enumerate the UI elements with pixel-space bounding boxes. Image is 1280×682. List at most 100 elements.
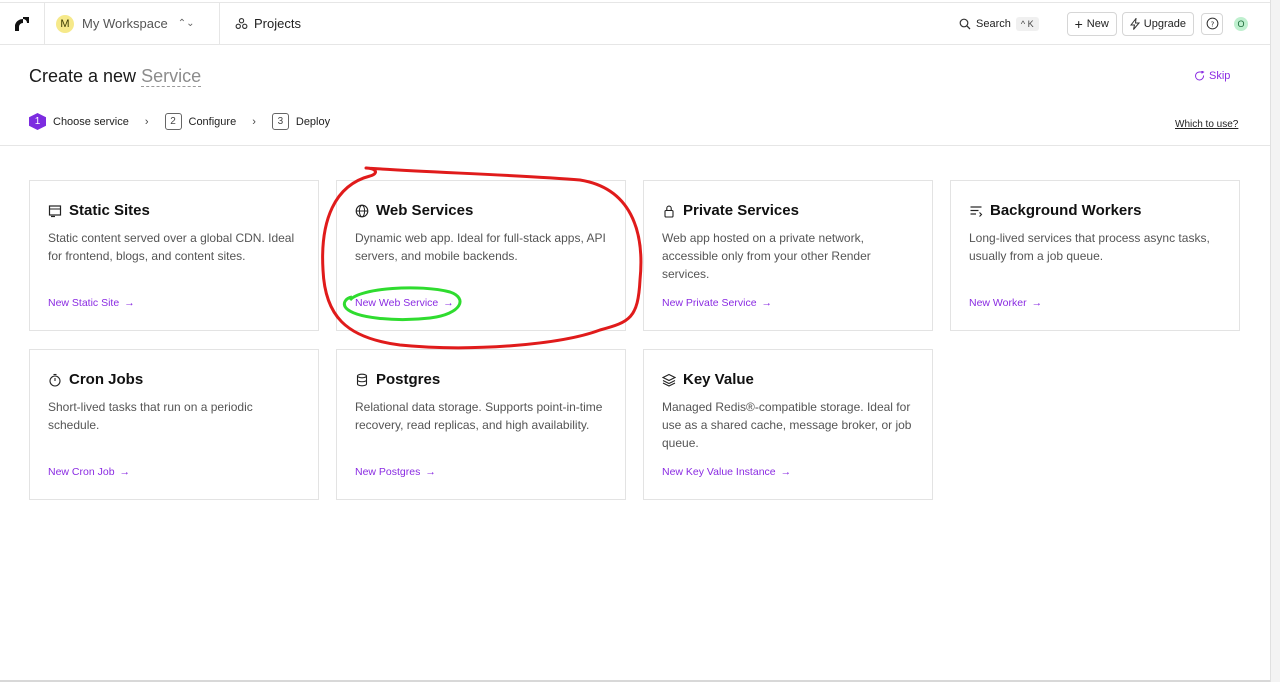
step-choose-service: 1 Choose service — [29, 113, 129, 130]
svg-text:?: ? — [1210, 19, 1214, 28]
card-key-value[interactable]: Key Value Managed Redis®-compatible stor… — [643, 349, 933, 500]
page-title-prefix: Create a new — [29, 66, 137, 86]
projects-link[interactable]: Projects — [220, 16, 301, 31]
card-title-text: Cron Jobs — [69, 371, 144, 388]
lightning-icon — [1129, 17, 1140, 30]
card-title-text: Private Services — [683, 202, 799, 219]
chevron-right-icon: › — [144, 115, 149, 128]
new-postgres-link[interactable]: New Postgres → — [355, 466, 436, 478]
card-background-workers[interactable]: Background Workers Long-lived services t… — [950, 180, 1240, 331]
card-static-sites[interactable]: Static Sites Static content served over … — [29, 180, 319, 331]
new-cron-job-link[interactable]: New Cron Job → — [48, 466, 130, 478]
card-link-label: New Private Service — [662, 297, 757, 309]
arrow-right-icon: → — [761, 297, 773, 309]
card-link-label: New Key Value Instance — [662, 466, 776, 478]
step-number: 2 — [164, 113, 182, 130]
globe-icon — [355, 204, 369, 217]
annotation-overlay — [321, 166, 643, 350]
which-to-use-link[interactable]: Which to use? — [1175, 119, 1238, 130]
card-title-text: Background Workers — [990, 202, 1142, 219]
step-label: Configure — [188, 115, 237, 128]
new-key-value-link[interactable]: New Key Value Instance → — [662, 466, 791, 478]
card-cron-jobs[interactable]: Cron Jobs Short-lived tasks that run on … — [29, 349, 319, 500]
card-title: Static Sites — [48, 202, 300, 219]
card-link-label: New Web Service — [355, 297, 439, 309]
lock-icon — [664, 205, 674, 218]
workspace-switcher[interactable]: M My Workspace ⌃⌄ — [45, 2, 220, 45]
card-description: Long-lived services that process async t… — [969, 231, 1210, 263]
logo-icon — [15, 16, 29, 31]
card-title: Private Services — [662, 202, 914, 219]
card-title-text: Web Services — [376, 202, 474, 219]
card-title-text: Key Value — [683, 371, 754, 388]
arrow-right-icon: → — [780, 466, 792, 478]
arrow-right-icon: → — [443, 297, 454, 309]
page-title: Create a new Service — [29, 66, 202, 87]
card-link-label: New Worker — [969, 297, 1027, 309]
chevron-right-icon: › — [252, 115, 256, 128]
divider — [0, 145, 1270, 146]
search-label: Search — [976, 17, 1011, 30]
card-title: Cron Jobs — [48, 371, 300, 388]
browser-icon — [48, 204, 62, 217]
database-icon — [356, 373, 368, 386]
card-title: Background Workers — [969, 202, 1221, 219]
new-private-service-link[interactable]: New Private Service → — [662, 297, 772, 309]
redo-icon — [1195, 71, 1205, 81]
step-configure: 2 Configure — [164, 113, 237, 130]
skip-button[interactable]: Skip — [1195, 70, 1230, 82]
search-shortcut: ^ K — [1015, 16, 1039, 31]
workspace-name: My Workspace — [82, 16, 168, 31]
user-avatar[interactable]: O — [1234, 16, 1248, 31]
card-description: Static content served over a global CDN.… — [48, 231, 295, 263]
card-description: Relational data storage. Supports point-… — [355, 400, 603, 432]
plus-icon: + — [1074, 15, 1083, 32]
card-description: Short-lived tasks that run on a periodic… — [48, 400, 253, 432]
workspace-avatar: M — [56, 14, 74, 33]
upgrade-label: Upgrade — [1143, 17, 1186, 30]
card-link-label: New Static Site — [48, 297, 120, 309]
projects-icon — [235, 18, 248, 29]
new-web-service-link[interactable]: New Web Service → — [355, 297, 454, 309]
search-icon — [959, 18, 971, 29]
card-description: Dynamic web app. Ideal for full-stack ap… — [355, 231, 606, 263]
new-static-site-link[interactable]: New Static Site → — [48, 297, 135, 309]
new-worker-link[interactable]: New Worker → — [969, 297, 1042, 309]
list-icon — [970, 205, 983, 217]
card-link-label: New Postgres — [355, 466, 421, 478]
help-button[interactable]: ? — [1201, 12, 1223, 35]
top-bar: M My Workspace ⌃⌄ Projects Search ^ K + … — [0, 2, 1270, 45]
step-number: 1 — [29, 113, 46, 130]
step-number: 3 — [271, 113, 289, 130]
card-title: Web Services — [355, 202, 607, 219]
arrow-right-icon: → — [425, 466, 436, 478]
arrow-right-icon: → — [1031, 297, 1043, 309]
new-label: New — [1086, 17, 1109, 30]
card-title: Key Value — [662, 371, 914, 388]
step-deploy: 3 Deploy — [271, 113, 331, 130]
card-title-text: Postgres — [376, 371, 441, 388]
upgrade-button[interactable]: Upgrade — [1121, 11, 1194, 36]
card-title: Postgres — [355, 371, 607, 388]
step-label: Choose service — [53, 115, 129, 128]
timer-icon — [49, 373, 61, 387]
projects-label: Projects — [254, 16, 301, 31]
card-postgres[interactable]: Postgres Relational data storage. Suppor… — [336, 349, 626, 500]
stepper: 1 Choose service › 2 Configure › 3 Deplo… — [29, 113, 330, 130]
arrow-right-icon: → — [124, 297, 135, 309]
scrollbar[interactable] — [1270, 0, 1280, 682]
card-link-label: New Cron Job — [48, 466, 115, 478]
card-web-services[interactable]: Web Services Dynamic web app. Ideal for … — [336, 180, 626, 331]
chevron-updown-icon: ⌃⌄ — [177, 18, 195, 29]
new-button[interactable]: + New — [1066, 11, 1117, 36]
layers-icon — [662, 373, 676, 387]
render-logo[interactable] — [0, 2, 45, 45]
card-private-services[interactable]: Private Services Web app hosted on a pri… — [643, 180, 933, 331]
step-label: Deploy — [295, 115, 331, 128]
card-description: Web app hosted on a private network, acc… — [662, 231, 871, 281]
page-title-highlight: Service — [141, 66, 202, 87]
search-button[interactable]: Search ^ K — [959, 16, 1039, 31]
help-icon: ? — [1206, 17, 1218, 30]
card-description: Managed Redis®-compatible storage. Ideal… — [662, 400, 912, 450]
card-title-text: Static Sites — [69, 202, 150, 219]
